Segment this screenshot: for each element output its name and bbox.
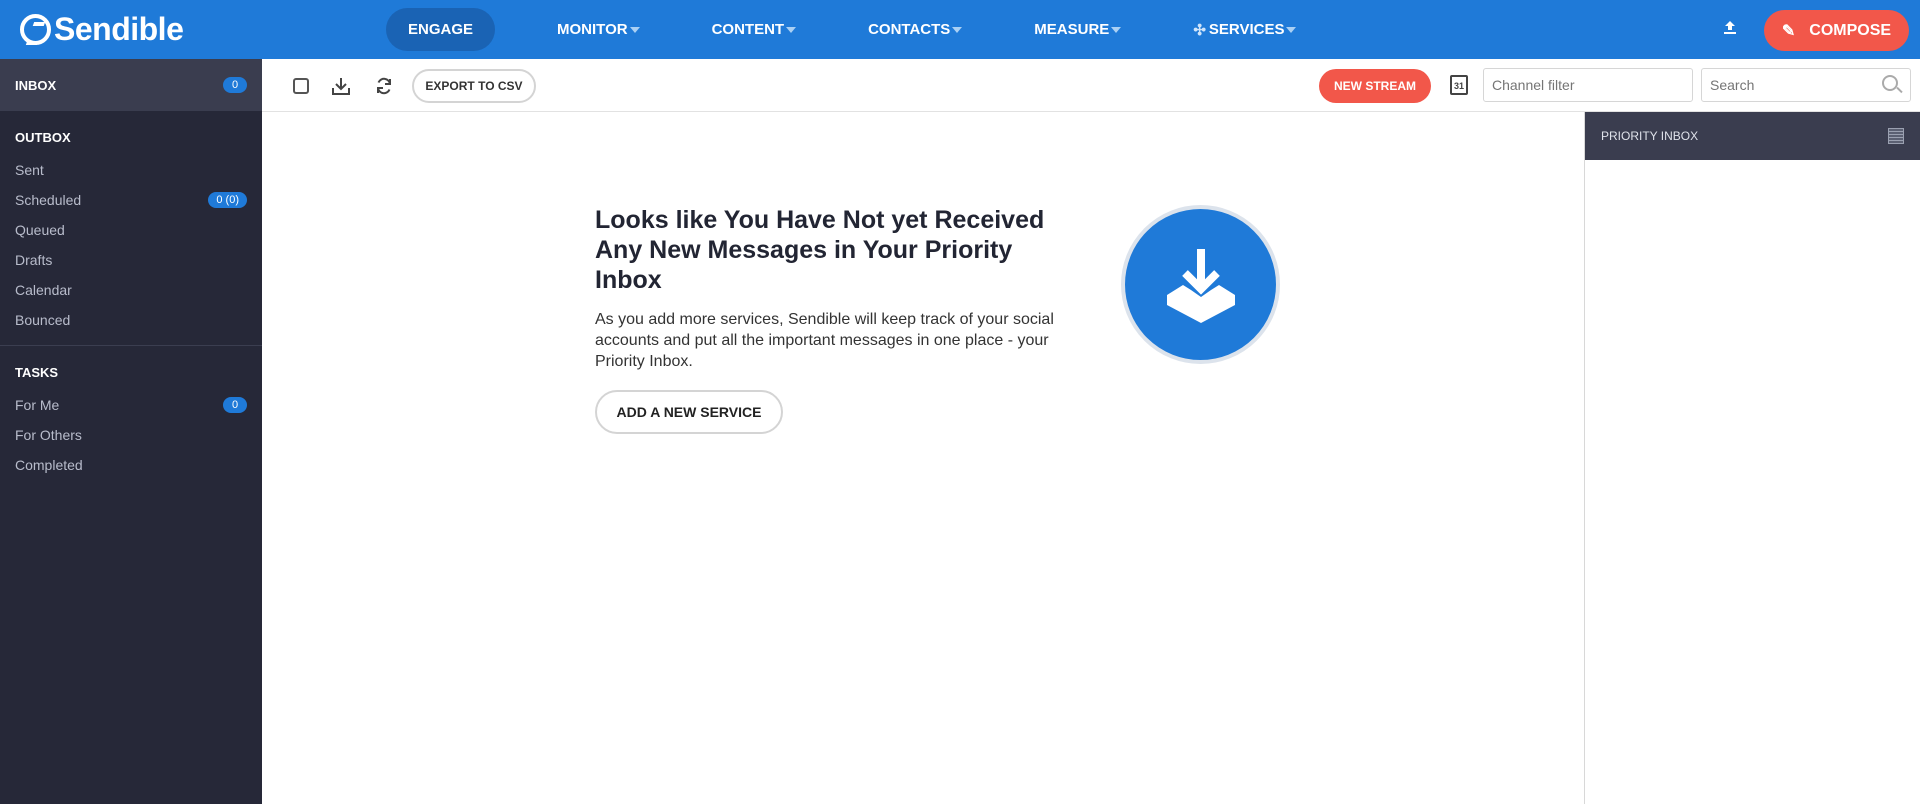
chevron-down-icon (1286, 26, 1297, 33)
export-to-csv-button[interactable]: EXPORT TO CSV (412, 69, 536, 103)
tasks-title: TASKS (15, 365, 59, 380)
nav-contacts[interactable]: CONTACTS (848, 8, 982, 51)
compose-label: COMPOSE (1809, 21, 1892, 39)
nav-engage-label: ENGAGE (408, 21, 474, 38)
sidebar-item-completed[interactable]: Completed (15, 450, 247, 480)
nav-contacts-label: CONTACTS (868, 21, 951, 38)
calendar-icon[interactable]: 31 (1450, 75, 1468, 95)
nav-measure-label: MEASURE (1034, 21, 1110, 38)
refresh-icon[interactable] (373, 75, 395, 97)
sidebar-item-drafts[interactable]: Drafts (15, 245, 247, 275)
inbox-label: INBOX (15, 77, 57, 93)
brand-name: Sendible (54, 10, 184, 47)
priority-inbox-header: PRIORITY INBOX (1585, 112, 1920, 160)
outbox-section: OUTBOX Sent Scheduled 0 (0) Queued Drafts… (0, 111, 262, 335)
new-stream-button[interactable]: NEW STREAM (1319, 69, 1431, 103)
sidebar-item-label: Drafts (15, 252, 53, 268)
top-navigation-bar: Sendible ENGAGE MONITOR CONTENT CONTACTS… (0, 0, 1920, 59)
nav-services[interactable]: ✣ SERVICES (1173, 8, 1316, 51)
nav-engage[interactable]: ENGAGE (386, 8, 496, 51)
sidebar-item-sent[interactable]: Sent (15, 155, 247, 185)
nav-services-label: SERVICES (1208, 21, 1285, 38)
sidebar-item-label: Sent (15, 162, 44, 178)
checkbox-icon (293, 78, 309, 94)
tasks-section: TASKS For Me 0 For Others Completed (0, 346, 262, 480)
plug-icon: ✣ (1193, 21, 1206, 39)
nav-monitor[interactable]: MONITOR (537, 8, 660, 51)
main-nav: ENGAGE MONITOR CONTENT CONTACTS MEASURE … (386, 8, 1348, 51)
sidebar-item-inbox[interactable]: INBOX 0 (0, 59, 262, 111)
sendible-logo-icon (20, 13, 51, 45)
chevron-down-icon (629, 26, 640, 33)
sidebar-item-label: Bounced (15, 312, 71, 328)
outbox-title: OUTBOX (15, 130, 71, 145)
chevron-down-icon (952, 26, 963, 33)
compose-button[interactable]: ✎ COMPOSE (1764, 10, 1909, 51)
empty-state-title: Looks like You Have Not yet Received Any… (595, 206, 1045, 294)
empty-state: Looks like You Have Not yet Received Any… (595, 205, 1075, 434)
sidebar-item-for-me[interactable]: For Me 0 (15, 390, 247, 420)
sidebar-item-label: Scheduled (15, 192, 82, 208)
pencil-icon: ✎ (1781, 22, 1796, 40)
nav-content[interactable]: CONTENT (692, 8, 817, 51)
sidebar-item-for-others[interactable]: For Others (15, 420, 247, 450)
for-me-count-badge: 0 (223, 397, 247, 413)
sendible-logo[interactable]: Sendible (20, 10, 184, 48)
sidebar-item-scheduled[interactable]: Scheduled 0 (0) (15, 185, 247, 215)
inbox-count-badge: 0 (223, 77, 247, 93)
sidebar-item-bounced[interactable]: Bounced (15, 305, 247, 335)
upload-icon[interactable] (1718, 18, 1742, 42)
search-icon[interactable] (1882, 75, 1898, 91)
channel-filter-input[interactable] (1483, 68, 1693, 102)
chevron-down-icon (1111, 26, 1122, 33)
chevron-down-icon (786, 26, 797, 33)
nav-measure[interactable]: MEASURE (1014, 8, 1141, 51)
scheduled-count-badge: 0 (0) (208, 192, 247, 208)
empty-state-text: As you add more services, Sendible will … (595, 311, 1054, 370)
sidebar-item-queued[interactable]: Queued (15, 215, 247, 245)
download-icon[interactable] (330, 75, 352, 97)
panel-settings-icon[interactable] (1888, 128, 1904, 144)
priority-inbox-title: PRIORITY INBOX (1601, 129, 1699, 143)
nav-monitor-label: MONITOR (557, 21, 628, 38)
toolbar: EXPORT TO CSV NEW STREAM 31 (262, 59, 1920, 112)
sidebar-item-label: Calendar (15, 282, 72, 298)
sidebar-item-label: For Me (15, 397, 60, 413)
sidebar-item-calendar[interactable]: Calendar (15, 275, 247, 305)
sidebar-item-label: Queued (15, 222, 65, 238)
nav-content-label: CONTENT (711, 21, 785, 38)
priority-inbox-panel: PRIORITY INBOX (1584, 112, 1920, 804)
inbox-download-icon (1121, 205, 1280, 364)
sidebar: INBOX 0 OUTBOX Sent Scheduled 0 (0) Queue… (0, 59, 262, 804)
add-new-service-button[interactable]: ADD A NEW SERVICE (595, 390, 783, 434)
search-input[interactable] (1701, 68, 1911, 102)
sidebar-item-label: Completed (15, 457, 83, 473)
sidebar-item-label: For Others (15, 427, 82, 443)
select-all-checkbox[interactable] (290, 75, 312, 97)
